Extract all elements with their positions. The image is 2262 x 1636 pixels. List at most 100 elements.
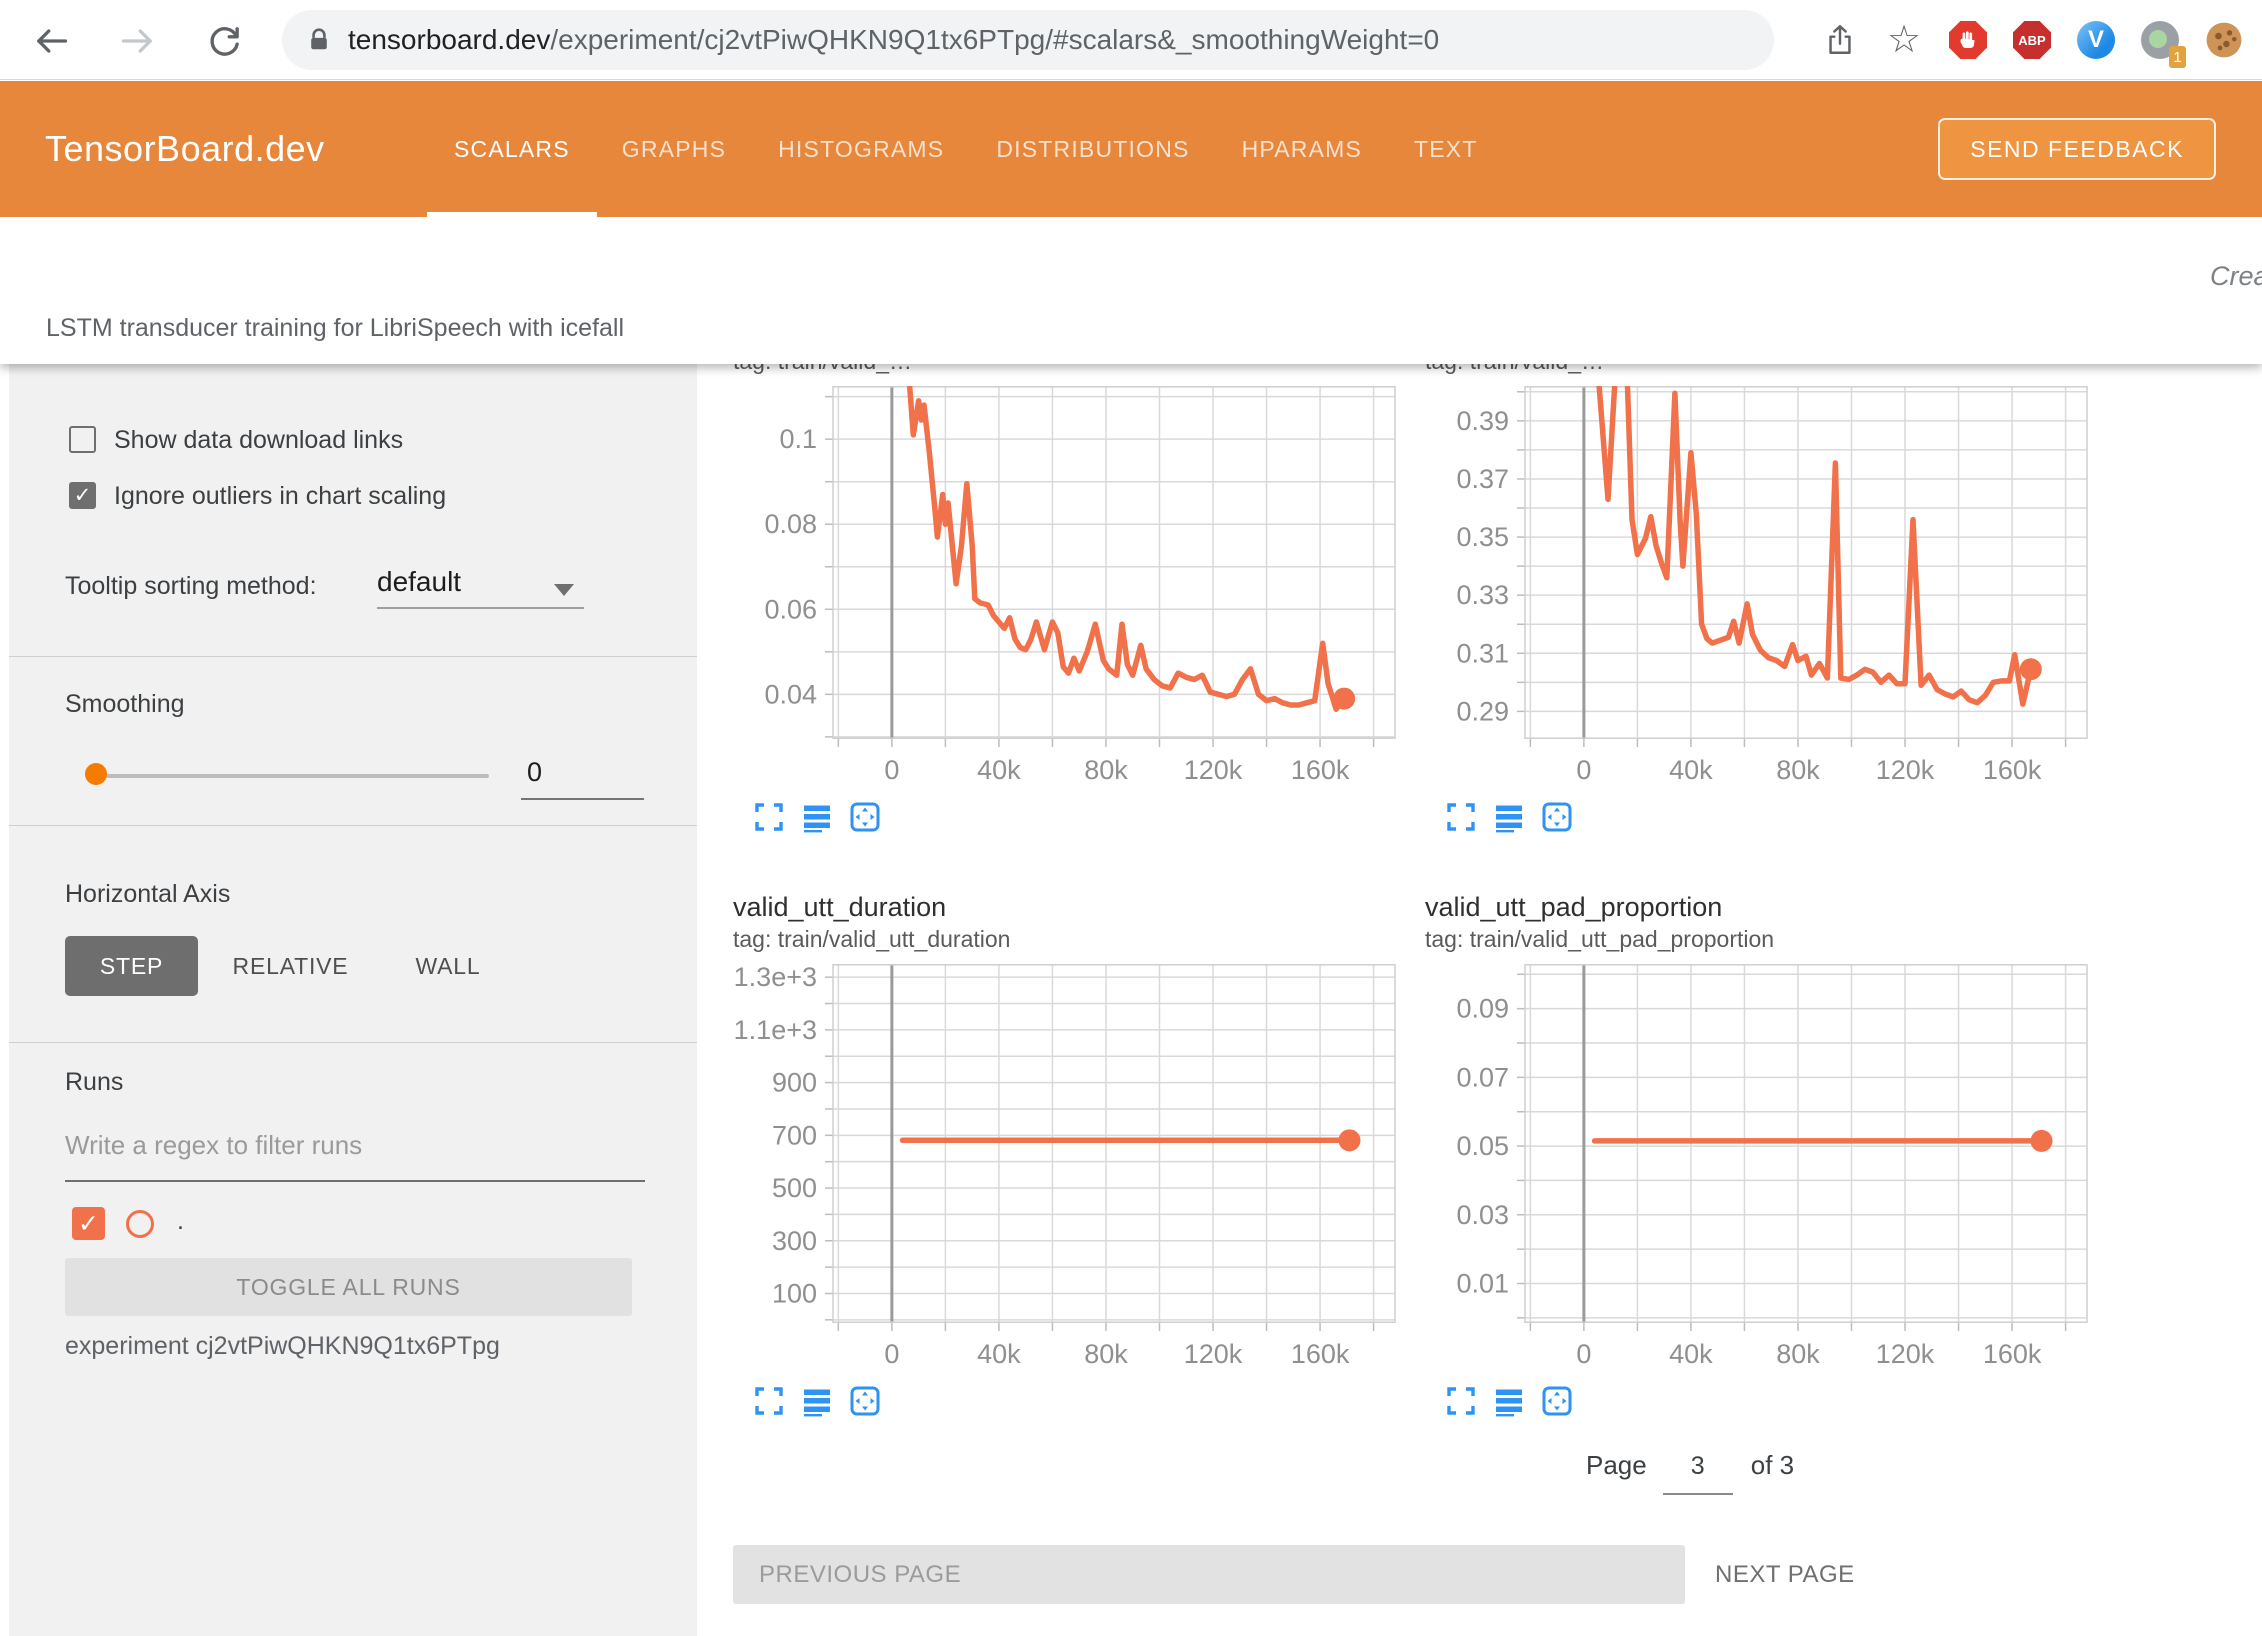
chart-title: valid_utt_pad_proportion [1425,892,2097,926]
svg-text:160k: 160k [1983,1339,2042,1369]
v-extension-button[interactable]: V [2076,20,2116,60]
chart-row-1-clipped: tag: train/valid_…0.10.080.060.04040k80k… [697,364,2262,844]
svg-text:40k: 40k [1669,755,1713,785]
tab-distributions[interactable]: DISTRIBUTIONS [996,81,1189,217]
svg-text:0.1: 0.1 [779,424,817,454]
forward-icon [118,21,158,61]
toggle-all-runs-button[interactable]: TOGGLE ALL RUNS [65,1258,632,1316]
adblock-extension-button[interactable] [1948,20,1988,60]
svg-text:120k: 120k [1184,755,1243,785]
divider [9,1042,697,1043]
screen: tensorboard.dev/experiment/cj2vtPiwQHKN9… [0,0,2262,1636]
share-button[interactable] [1820,20,1860,60]
star-icon: ☆ [1887,20,1921,60]
tab-graphs[interactable]: GRAPHS [622,81,726,217]
data-table-icon[interactable] [1493,801,1525,833]
axis-step-button[interactable]: STEP [65,936,198,996]
reload-icon [206,22,244,60]
chart-tag: tag: train/valid_… [1425,364,2097,378]
url-path: /experiment/cj2vtPiwQHKN9Q1tx6PTpg/#scal… [550,24,1439,55]
svg-text:0.01: 0.01 [1456,1269,1509,1299]
data-table-icon[interactable] [801,1385,833,1417]
forward-button[interactable] [117,20,159,62]
send-feedback-button[interactable]: SEND FEEDBACK [1938,118,2216,180]
tab-histograms[interactable]: HISTOGRAMS [778,81,944,217]
fullscreen-icon[interactable] [753,801,785,833]
svg-text:40k: 40k [1669,1339,1713,1369]
tooltip-select-underline [377,607,584,609]
data-table-icon[interactable] [801,801,833,833]
fullscreen-icon[interactable] [1445,1385,1477,1417]
chart-tag: tag: train/valid_… [733,364,1405,378]
pan-zoom-icon[interactable] [849,1385,881,1417]
svg-text:0.06: 0.06 [764,594,817,624]
page-label: Page [1586,1450,1647,1481]
tab-hparams[interactable]: HPARAMS [1242,81,1362,217]
svg-text:120k: 120k [1184,1339,1243,1369]
scalar-chart-card: tag: train/valid_…0.10.080.060.04040k80k… [733,364,1405,833]
tab-text[interactable]: TEXT [1414,81,1478,217]
scalar-chart-card: valid_utt_durationtag: train/valid_utt_d… [733,892,1405,1417]
url-text: tensorboard.dev/experiment/cj2vtPiwQHKN9… [348,24,1439,56]
chart-plot[interactable]: 0.390.370.350.330.310.29040k80k120k160k [1425,386,2097,787]
reload-button[interactable] [204,20,246,62]
smoothing-input-underline [521,798,644,800]
svg-text:0: 0 [884,755,899,785]
svg-text:1.3e+3: 1.3e+3 [734,964,817,992]
chevron-down-icon[interactable] [554,584,574,596]
cookie-extension-button[interactable] [2204,20,2244,60]
bookmark-star-button[interactable]: ☆ [1884,20,1924,60]
page-number-input[interactable] [1663,1444,1733,1495]
back-button[interactable] [30,20,72,62]
experiment-title-bar: Crea LSTM transducer training for LibriS… [0,217,2262,364]
data-table-icon[interactable] [1493,1385,1525,1417]
next-page-button[interactable]: NEXT PAGE [1715,1545,1855,1604]
horizontal-axis-label: Horizontal Axis [65,880,230,909]
svg-text:80k: 80k [1776,1339,1820,1369]
svg-text:80k: 80k [1776,755,1820,785]
svg-text:160k: 160k [1983,755,2042,785]
tooltip-sorting-select[interactable]: default [377,566,461,598]
run-name: . [177,1207,184,1236]
pan-zoom-icon[interactable] [1541,1385,1573,1417]
svg-text:0: 0 [1576,755,1591,785]
ignore-outliers-checkbox[interactable]: ✓ [69,482,96,509]
app-logo[interactable]: TensorBoard.dev [45,128,325,170]
svg-text:1.1e+3: 1.1e+3 [734,1015,817,1045]
fullscreen-icon[interactable] [1445,801,1477,833]
chart-plot[interactable]: 1.3e+31.1e+3900700500300100040k80k120k16… [733,964,1405,1371]
smoothing-value-input[interactable] [521,757,644,788]
chart-plot[interactable]: 0.090.070.050.030.01040k80k120k160k [1425,964,2097,1371]
show-download-checkbox[interactable] [69,426,96,453]
svg-text:0.33: 0.33 [1456,580,1509,610]
experiment-id-text: experiment cj2vtPiwQHKN9Q1tx6PTpg [65,1332,500,1361]
svg-text:40k: 40k [977,1339,1021,1369]
pan-zoom-icon[interactable] [849,801,881,833]
share-icon [1823,23,1857,57]
fullscreen-icon[interactable] [753,1385,785,1417]
runs-label: Runs [65,1068,123,1097]
axis-wall-button[interactable]: WALL [413,936,483,996]
profile-badge: 1 [2169,46,2186,68]
pan-zoom-icon[interactable] [1541,801,1573,833]
profile-extension-button[interactable]: 1 [2140,20,2180,60]
runs-regex-input[interactable] [65,1130,625,1161]
chart-plot[interactable]: 0.10.080.060.04040k80k120k160k [733,386,1405,787]
smoothing-slider-track[interactable] [89,774,489,778]
abp-extension-button[interactable]: ABP [2012,20,2052,60]
main-nav: SCALARS GRAPHS HISTOGRAMS DISTRIBUTIONS … [454,81,1478,217]
scalar-chart-card: valid_utt_pad_proportiontag: train/valid… [1425,892,2097,1417]
smoothing-slider-thumb[interactable] [85,763,107,785]
url-bar[interactable]: tensorboard.dev/experiment/cj2vtPiwQHKN9… [282,10,1774,70]
previous-page-button[interactable]: PREVIOUS PAGE [733,1545,1685,1604]
tab-scalars[interactable]: SCALARS [454,81,570,217]
svg-text:0.37: 0.37 [1456,464,1509,494]
lock-icon [306,27,332,53]
svg-text:300: 300 [772,1226,817,1256]
chart-toolbar [753,801,1405,833]
axis-relative-button[interactable]: RELATIVE [233,936,348,996]
svg-text:120k: 120k [1876,1339,1935,1369]
show-download-label: Show data download links [114,426,403,455]
svg-text:0: 0 [1576,1339,1591,1369]
run-checkbox[interactable]: ✓ [72,1207,105,1240]
